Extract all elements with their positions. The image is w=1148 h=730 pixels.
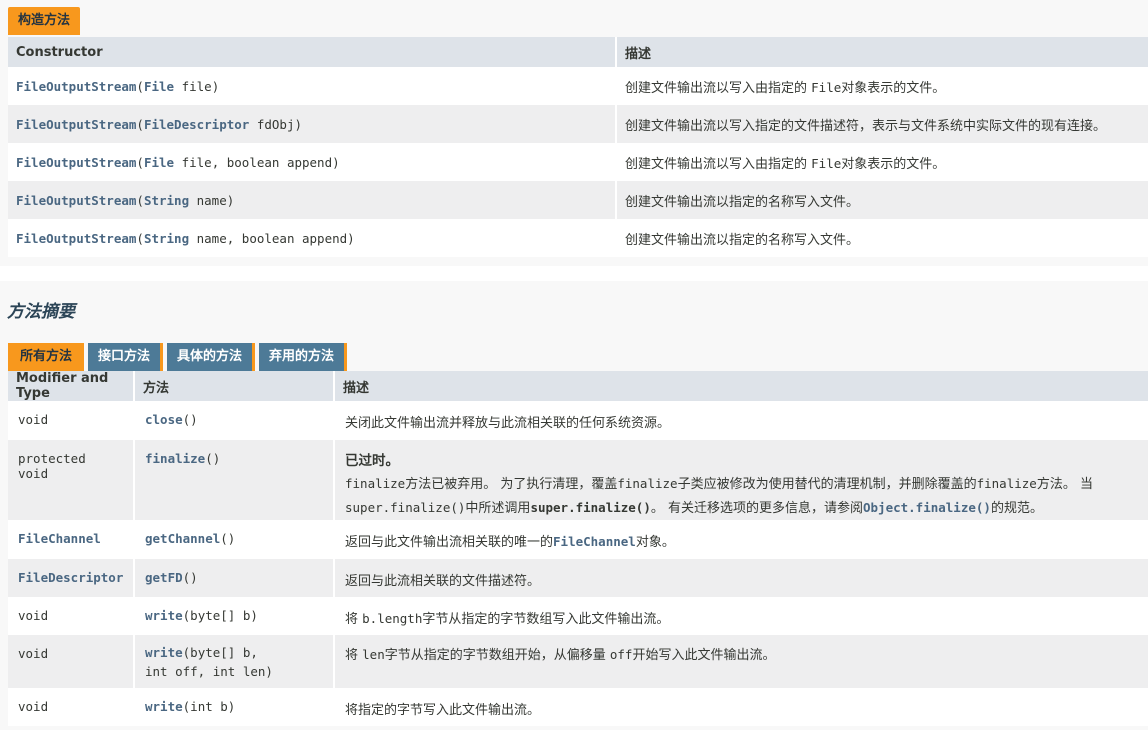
table-row: void write(byte[] b, int off, int len) 将 … [8, 635, 1148, 688]
table-row: FileOutputStream(String name) 创建文件输出流以指定… [8, 181, 1148, 219]
column-header-method: 方法 [134, 371, 335, 401]
table-row: protected void finalize() 已过时。 finalize方… [8, 440, 1148, 520]
column-header-modifier: Modifier and Type [8, 371, 135, 401]
param-type-link[interactable]: FileDescriptor [144, 117, 249, 132]
column-header-constructor: Constructor [8, 37, 617, 67]
constructor-link[interactable]: FileOutputStream [16, 79, 136, 94]
constructor-link[interactable]: FileOutputStream [16, 155, 136, 170]
method-link-getfd[interactable]: getFD [145, 570, 183, 585]
table-row: FileOutputStream(String name, boolean ap… [8, 219, 1148, 257]
tab-concrete-methods[interactable]: 具体的方法 [167, 343, 256, 371]
section-title: 方法摘要 [7, 302, 75, 322]
type-link-filedescriptor[interactable]: FileDescriptor [18, 570, 123, 585]
method-summary: 方法摘要 所有方法 接口方法 具体的方法 弃用的方法 Modifier and … [0, 281, 1148, 730]
method-table: Modifier and Type 方法 描述 void close() 关闭此… [8, 371, 1148, 726]
method-link-write[interactable]: write [145, 699, 183, 714]
tab-interface-methods[interactable]: 接口方法 [88, 343, 164, 371]
param-type-link[interactable]: File [144, 79, 174, 94]
table-row: FileOutputStream(File file) 创建文件输出流以写入由指… [8, 67, 1148, 105]
method-link-getchannel[interactable]: getChannel [145, 531, 220, 546]
table-row: FileChannel getChannel() 返回与此文件输出流相关联的唯一… [8, 520, 1148, 559]
method-link-write[interactable]: write [145, 645, 183, 660]
deprecated-label: 已过时。 [345, 453, 399, 469]
param-type-link[interactable]: String [144, 231, 189, 246]
method-link-close[interactable]: close [145, 412, 183, 427]
table-row: void write(int b) 将指定的字节写入此文件输出流。 [8, 688, 1148, 726]
constructor-table: Constructor 描述 FileOutputStream(File fil… [8, 37, 1148, 257]
table-row: FileOutputStream(FileDescriptor fdObj) 创… [8, 105, 1148, 143]
constructor-link[interactable]: FileOutputStream [16, 231, 136, 246]
method-link-write[interactable]: write [145, 608, 183, 623]
table-row: FileOutputStream(File file, boolean appe… [8, 143, 1148, 181]
object-finalize-link[interactable]: Object.finalize() [863, 500, 991, 515]
constructor-link[interactable]: FileOutputStream [16, 117, 136, 132]
table-row: void write(byte[] b) 将 b.length字节从指定的字节数… [8, 597, 1148, 635]
type-link-filechannel[interactable]: FileChannel [18, 531, 101, 546]
method-link-finalize[interactable]: finalize [145, 451, 205, 466]
table-row: void close() 关闭此文件输出流并释放与此流相关联的任何系统资源。 [8, 401, 1148, 440]
tab-deprecated-methods[interactable]: 弃用的方法 [259, 343, 348, 371]
constructor-summary: 构造方法 Constructor 描述 FileOutputStream(Fil… [0, 0, 1148, 266]
param-type-link[interactable]: String [144, 193, 189, 208]
tab-all-methods[interactable]: 所有方法 [8, 343, 85, 371]
constructor-tab: 构造方法 [8, 7, 81, 35]
param-type-link[interactable]: File [144, 155, 174, 170]
table-row: FileDescriptor getFD() 返回与此流相关联的文件描述符。 [8, 559, 1148, 597]
method-tabs: 所有方法 接口方法 具体的方法 弃用的方法 [8, 343, 348, 371]
constructor-link[interactable]: FileOutputStream [16, 193, 136, 208]
column-header-description: 描述 [616, 37, 1148, 67]
filechannel-link[interactable]: FileChannel [553, 534, 636, 549]
column-header-description: 描述 [334, 371, 1148, 401]
